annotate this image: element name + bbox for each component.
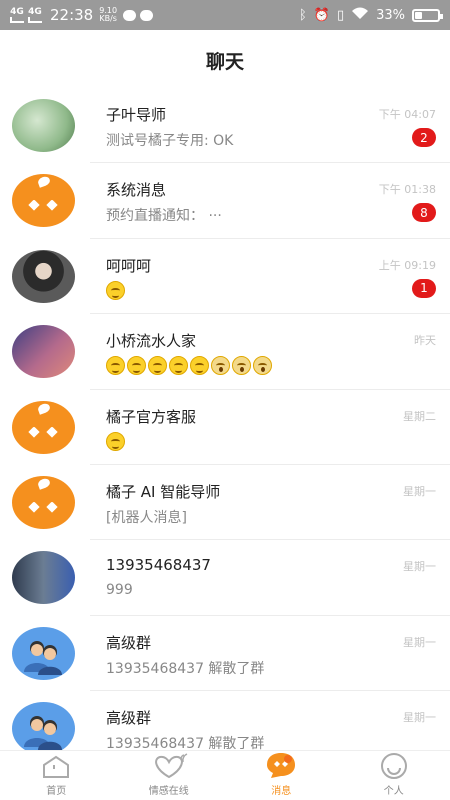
chat-row[interactable]: 系统消息 下午 01:38 预约直播通知： ··· 8 [0, 163, 450, 239]
chat-preview: 测试号橘子专用: OK [106, 133, 234, 149]
chat-name: 高级群 [106, 633, 152, 652]
tab-messages[interactable]: 消息 [225, 751, 338, 800]
bottom-tab-bar: 首页 情感在线 消息 个人 [0, 750, 450, 800]
chat-name: 小桥流水人家 [106, 332, 197, 351]
chat-name: 呵呵呵 [106, 256, 152, 275]
chat-name: 橘子 AI 智能导师 [106, 482, 221, 501]
chat-name: 子叶导师 [106, 106, 167, 124]
signal-icon: 4G [10, 7, 24, 23]
chat-preview: 13935468437 解散了群 [106, 660, 265, 677]
battery-icon [412, 8, 443, 22]
network-speed: 9.10 KB/s [99, 6, 118, 23]
signal-icon: 4G [28, 7, 42, 23]
avatar [12, 475, 75, 529]
grin-emoji-icon [127, 356, 146, 376]
unread-badge: 8 [412, 203, 436, 223]
wechat-notification-icon [140, 9, 154, 21]
status-bar: 4G 4G 22:38 9.10 KB/s ᛒ ⏰ ▯ 33% [0, 0, 450, 30]
chat-row[interactable]: 小桥流水人家 昨天 [0, 314, 450, 390]
grin-emoji-icon [169, 356, 188, 376]
chat-time: 星期一 [403, 635, 436, 649]
chat-row[interactable]: 13935468437 星期一 999 [0, 540, 450, 616]
battery-percent: 33% [376, 7, 405, 23]
tab-label: 消息 [271, 786, 292, 797]
chat-time: 星期二 [403, 409, 436, 423]
chat-preview-emojis [106, 280, 127, 300]
scream-emoji-icon [253, 356, 272, 376]
chat-preview: 999 [106, 582, 133, 599]
bluetooth-icon: ᛒ [298, 7, 307, 23]
chat-notification-icon [123, 9, 137, 21]
chat-row[interactable]: 呵呵呵 上午 09:19 1 [0, 239, 450, 315]
profile-icon [378, 753, 410, 779]
message-icon [263, 753, 299, 779]
dizzy-emoji-icon [106, 431, 125, 451]
chat-time: 下午 04:07 [378, 108, 436, 121]
chat-time: 星期一 [403, 711, 436, 725]
grin-emoji-icon [190, 356, 209, 376]
alarm-icon: ⏰ [313, 7, 330, 23]
chat-time: 星期一 [403, 560, 436, 574]
avatar [12, 702, 75, 756]
avatar [12, 325, 75, 379]
chat-time: 上午 09:19 [378, 258, 436, 272]
tab-label: 情感在线 [148, 786, 189, 797]
chat-row[interactable]: 高级群 星期一 13935468437 解散了群 [0, 616, 450, 692]
unread-badge: 1 [412, 278, 436, 298]
tongue-emoji-icon [106, 280, 125, 300]
chat-name: 13935468437 [106, 556, 211, 575]
chat-name: 系统消息 [106, 181, 167, 200]
chat-time: 下午 01:38 [378, 183, 436, 197]
chat-list: 子叶导师 下午 04:07 测试号橘子专用: OK 2 系统消息 下午 01:38 预约直播… [0, 88, 450, 767]
chat-preview: 预约直播通知： ··· [106, 208, 222, 225]
chat-preview-emojis [106, 356, 274, 376]
scream-emoji-icon [211, 356, 230, 376]
chat-row[interactable]: 橘子官方客服 星期二 [0, 390, 450, 465]
heart-signal-icon [149, 753, 189, 779]
page-title: 聊天 [205, 50, 244, 73]
chat-row[interactable]: 子叶导师 下午 04:07 测试号橘子专用: OK 2 [0, 88, 450, 164]
avatar [12, 174, 75, 228]
chat-time: 星期一 [403, 484, 436, 498]
tab-label: 首页 [46, 786, 67, 797]
vibrate-icon: ▯ [336, 7, 345, 23]
chat-name: 高级群 [106, 709, 152, 728]
chat-name: 橘子官方客服 [106, 407, 197, 426]
tab-emotion-online[interactable]: 情感在线 [113, 751, 226, 800]
wifi-icon [351, 7, 369, 24]
chat-preview-emojis [106, 431, 127, 451]
grin-emoji-icon [148, 356, 167, 376]
tab-profile[interactable]: 个人 [338, 751, 450, 800]
chat-row[interactable]: 橘子 AI 智能导师 星期一 [机器人消息] [0, 465, 450, 541]
avatar [12, 551, 75, 605]
avatar [12, 626, 75, 680]
avatar [12, 400, 75, 454]
page-header: 聊天 [0, 30, 450, 90]
avatar [12, 99, 75, 152]
chat-preview: [机器人消息] [106, 509, 187, 526]
clock: 22:38 [50, 6, 94, 24]
home-icon [41, 753, 71, 779]
unread-badge: 2 [412, 128, 436, 147]
tab-home[interactable]: 首页 [0, 751, 113, 800]
avatar [12, 249, 75, 303]
tab-label: 个人 [383, 786, 404, 797]
grin-emoji-icon [106, 356, 125, 376]
chat-time: 昨天 [414, 334, 436, 348]
scream-emoji-icon [232, 356, 251, 376]
